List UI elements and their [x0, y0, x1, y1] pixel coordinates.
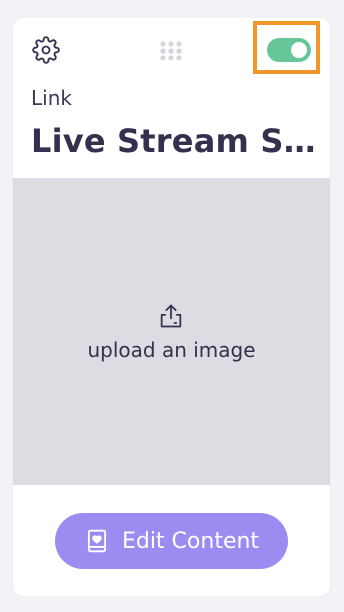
edit-content-label: Edit Content: [121, 528, 260, 554]
gear-icon[interactable]: [32, 36, 60, 64]
upload-text: upload an image: [87, 338, 256, 362]
upload-icon: [160, 304, 182, 328]
toggle-knob: [291, 42, 307, 58]
image-upload-area[interactable]: upload an image: [13, 178, 330, 485]
book-heart-icon: [87, 529, 106, 553]
card-title: Live Stream Se...: [31, 122, 321, 160]
link-card: Link Live Stream Se... upload an image E…: [13, 18, 330, 596]
card-type-label: Link: [31, 86, 72, 110]
edit-content-button[interactable]: Edit Content: [55, 513, 288, 569]
drag-grip-icon[interactable]: [158, 40, 184, 60]
visibility-toggle[interactable]: [267, 38, 311, 62]
